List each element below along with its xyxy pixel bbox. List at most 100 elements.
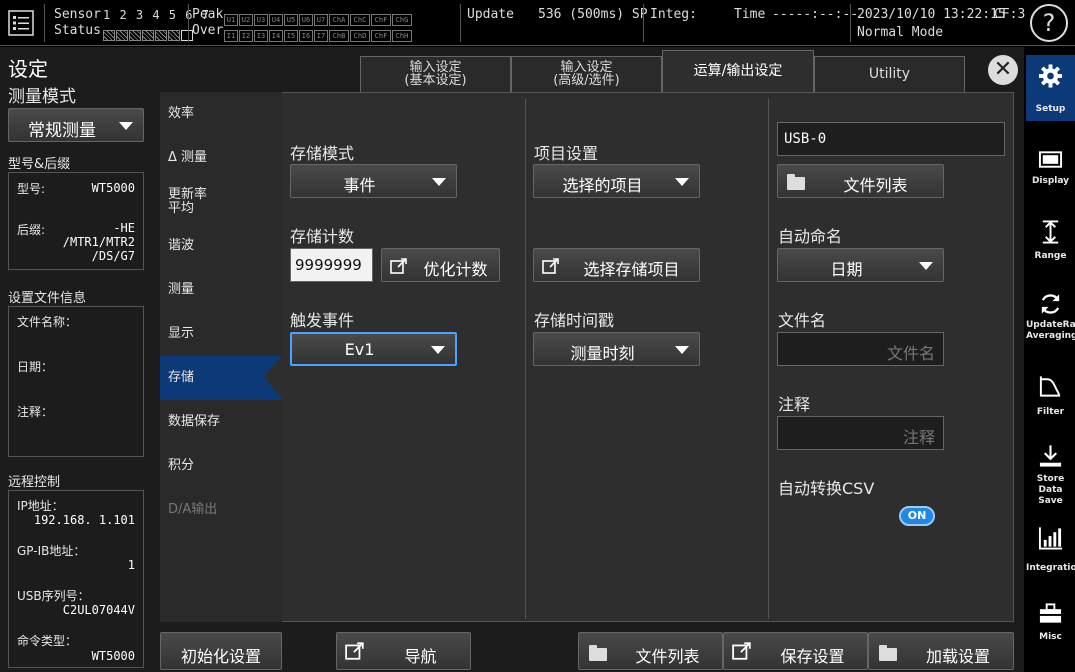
suffix-value-3: /DS/G7 [91,249,135,263]
file-list-button[interactable]: 文件列表 [777,164,944,198]
category-display[interactable]: 显示 [160,312,282,356]
cmd-type-value: WT5000 [91,649,135,663]
item-settings-dropdown[interactable]: 选择的项目 [533,164,700,198]
sidebar-item-filter[interactable]: Filter [1026,365,1075,437]
auto-naming-dropdown[interactable]: 日期 [777,248,944,282]
file-info-label: 设置文件信息 [8,291,87,306]
sidebar-item-setup[interactable]: Setup [1026,55,1075,121]
usb-serial-value: C2UL07044V [62,603,135,617]
mode-label: Normal Mode [857,25,944,40]
range-icon [1042,220,1059,244]
sidebar-label: Store [1036,474,1065,484]
peak-channel-box: ChF [371,13,391,26]
navigation-button[interactable]: 导航 [336,632,471,670]
auto-naming-label: 自动命名 [778,227,843,246]
measure-mode-label: 测量模式 [8,87,76,107]
init-settings-label: 初始化设置 [180,647,261,666]
peak-channel-box: ChG [392,13,412,26]
peak-channel-box: U4 [269,13,283,26]
store-settings-content: 存储模式 事件 存储计数 9999999 优化计数 触发事件 Ev1 项目设置 … [282,92,1014,622]
integ-label: Integ: [650,7,697,22]
auto-naming-value: 日期 [830,260,863,279]
over-channels: I1 I2 I3 I4 I5 I6 I7 ChB ChD ChF ChH [224,25,413,44]
select-store-items-label: 选择存储项目 [583,260,680,279]
sidebar-item-store[interactable]: Store Data Save [1026,439,1075,511]
peak-channel-box: U7 [314,13,328,26]
chevron-down-icon [432,178,446,186]
tab-label: Utility [868,66,911,82]
over-channel-box: ChH [392,29,412,42]
trigger-event-dropdown[interactable]: Ev1 [290,332,457,366]
category-data-save[interactable]: 数据保存 [160,400,282,444]
external-link-icon [732,642,751,660]
over-channel-box: ChD [350,29,370,42]
store-mode-dropdown[interactable]: 事件 [290,164,457,198]
sidebar-item-integration[interactable]: Integration [1026,517,1075,589]
sidebar-label: Filter [1036,407,1065,417]
model-value: WT5000 [91,181,135,195]
comment-input[interactable]: 注释 [777,416,944,450]
tab-utility[interactable]: Utility [814,56,965,92]
store-mode-label: 存储模式 [290,144,355,163]
category-delta-measure[interactable]: Δ 测量 [160,136,282,180]
bottom-file-list-button[interactable]: 文件列表 [578,632,723,670]
sidebar-item-display[interactable]: Display [1026,137,1075,209]
store-count-value: 9999999 [295,256,362,274]
sidebar-label: Display [1031,176,1070,186]
over-channel-box: ChB [329,29,349,42]
store-timestamp-dropdown[interactable]: 测量时刻 [533,332,700,366]
download-icon [1039,445,1062,467]
measure-mode-dropdown[interactable]: 常规测量 [8,108,144,142]
sidebar-item-range[interactable]: Range [1026,213,1075,285]
sidebar-label: Range [1034,251,1067,261]
tab-sublabel: (高级/选件) [553,73,620,88]
file-name-placeholder: 文件名 [886,344,935,363]
sidebar-item-misc[interactable]: Misc [1026,593,1075,665]
category-integration[interactable]: 积分 [160,444,282,488]
file-info-box: 文件名称： 日期： 注释： [8,306,144,457]
store-count-input[interactable]: 9999999 [290,248,373,282]
over-channel-box: I3 [254,29,268,42]
toolbox-icon [1039,603,1062,623]
comment-label: 注释 [778,395,811,414]
date-info-label: 日期： [17,360,54,374]
tab-input-basic[interactable]: 输入设定 (基本设定) [360,56,511,92]
item-settings-label: 项目设置 [534,144,599,163]
save-settings-button[interactable]: 保存设置 [723,632,868,670]
init-settings-button[interactable]: 初始化设置 [160,632,282,670]
suffix-label: 后缀: [17,223,46,237]
comment-placeholder: 注释 [902,428,935,447]
peak-channel-box: ChA [329,13,349,26]
category-update-rate[interactable]: 更新率 平均 [160,180,282,224]
file-name-input[interactable]: 文件名 [777,332,944,366]
status-indicators [103,25,194,44]
sidebar-item-update-rate[interactable]: UpdateRate Averaging [1026,287,1075,359]
tab-computation-output[interactable]: 运算/输出设定 [662,50,814,93]
select-store-items-button[interactable]: 选择存储项目 [533,248,700,282]
sidebar-label: Integration [1026,563,1075,573]
store-mode-value: 事件 [343,176,376,195]
auto-csv-label: 自动转换CSV [778,479,875,498]
category-harmonics[interactable]: 谐波 [160,224,282,268]
gpib-label: GP-IB地址： [17,544,86,558]
optimize-count-button[interactable]: 优化计数 [381,248,500,282]
load-settings-button[interactable]: 加载设置 [868,632,1014,670]
category-efficiency[interactable]: 效率 [160,92,282,136]
close-button[interactable]: ✕ [988,55,1018,85]
chevron-down-icon [431,346,445,354]
gear-icon [1038,64,1063,88]
category-label: 显示 [168,326,195,341]
bottom-file-list-label: 文件列表 [635,647,700,666]
help-icon[interactable]: ? [1030,4,1068,42]
category-label: 存储 [168,370,195,385]
auto-csv-toggle[interactable]: ON [899,506,935,526]
tab-input-advanced[interactable]: 输入设定 (高级/选件) [511,56,662,92]
suffix-value-2: /MTR1/MTR2 [62,235,135,249]
category-measure[interactable]: 测量 [160,268,282,312]
item-settings-value: 选择的项目 [562,176,643,195]
category-label: 数据保存 [168,414,221,429]
sensor-label: Sensor [54,7,101,22]
drive-field[interactable]: USB-0 [777,122,1005,156]
file-list-label: 文件列表 [843,176,908,195]
menu-list-icon[interactable] [8,10,34,36]
